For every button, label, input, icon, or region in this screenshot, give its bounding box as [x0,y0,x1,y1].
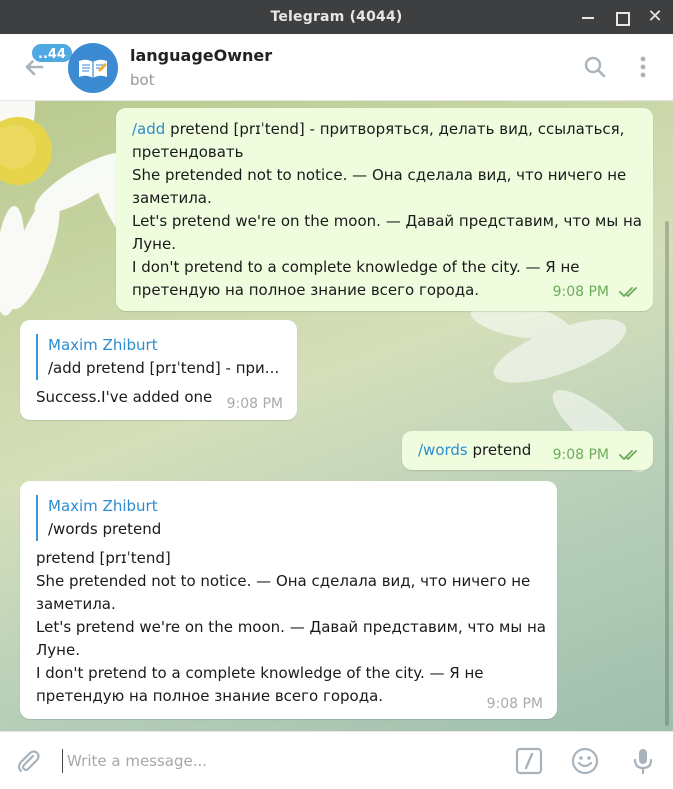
chat-status: bot [130,71,155,89]
message-outgoing[interactable]: /add pretend [prɪˈtend] - притворяться, … [116,108,653,311]
message-text: претендовать [132,143,244,161]
window-titlebar: Telegram (4044) ✕ [0,0,673,34]
message-composer: Write a message... [0,731,673,789]
message-text: Let's pretend we're on the moon. — Давай… [132,212,642,230]
paperclip-icon[interactable] [14,747,42,775]
message-input[interactable]: Write a message... [62,749,207,773]
message-text: I don't pretend to a complete knowledge … [132,258,580,276]
avatar[interactable] [68,43,118,93]
book-avatar-icon [79,59,107,78]
reply-text: /add pretend [prɪˈtend] - при... [48,359,280,377]
message-text: pretend [prɪˈtend] - притворяться, делат… [165,120,625,138]
message-text: Луне. [132,235,176,253]
message-text: pretend [467,441,532,459]
message-incoming[interactable]: Maxim Zhiburt /add pretend [prɪˈtend] - … [20,320,297,420]
bot-command-link[interactable]: /add [132,120,165,138]
message-text: заметила. [36,595,116,613]
chat-title[interactable]: languageOwner [130,46,272,65]
message-text: Луне. [36,641,80,659]
message-outgoing[interactable]: /words pretend 9:08 PM [402,431,653,470]
chat-history[interactable]: /add pretend [prɪˈtend] - притворяться, … [0,101,673,731]
message-text: She pretended not to notice. — Она сдела… [132,166,627,184]
minimize-button[interactable] [578,7,598,27]
search-icon[interactable] [582,54,608,80]
chat-scrollbar[interactable] [665,221,669,726]
message-text: pretend [prɪˈtend] [36,549,171,567]
message-text: Let's pretend we're on the moon. — Давай… [36,618,546,636]
reply-preview[interactable]: Maxim Zhiburt /add pretend [prɪˈtend] - … [36,334,281,380]
chat-header: ..44 languageOwner bot [0,34,673,101]
reply-author: Maxim Zhiburt [48,497,158,515]
message-incoming[interactable]: Maxim Zhiburt /words pretend pretend [pr… [20,481,557,719]
more-vertical-icon[interactable] [631,54,657,80]
message-time: 9:08 PM [552,284,609,300]
message-text: She pretended not to notice. — Она сдела… [36,572,531,590]
message-text: претендую на полное знание всего города. [36,687,384,705]
message-text: I don't pretend to a complete knowledge … [36,664,484,682]
microphone-icon[interactable] [629,747,657,775]
double-check-icon [619,287,637,297]
message-time: 9:08 PM [226,396,283,412]
message-time: 9:08 PM [486,696,543,712]
reply-preview[interactable]: Maxim Zhiburt /words pretend [36,495,541,541]
maximize-button[interactable] [611,7,631,27]
message-time: 9:08 PM [552,447,609,463]
double-check-icon [619,450,637,460]
close-window-button[interactable]: ✕ [645,7,665,27]
reply-author: Maxim Zhiburt [48,336,158,354]
bot-command-icon[interactable] [515,747,543,775]
message-text: заметила. [132,189,212,207]
message-meta: 9:08 PM [553,281,641,304]
bot-command-link[interactable]: /words [418,441,468,459]
window-title: Telegram (4044) [270,9,403,25]
message-meta: 9:08 PM [553,444,641,467]
emoji-icon[interactable] [571,747,599,775]
reply-text: /words pretend [48,520,162,538]
